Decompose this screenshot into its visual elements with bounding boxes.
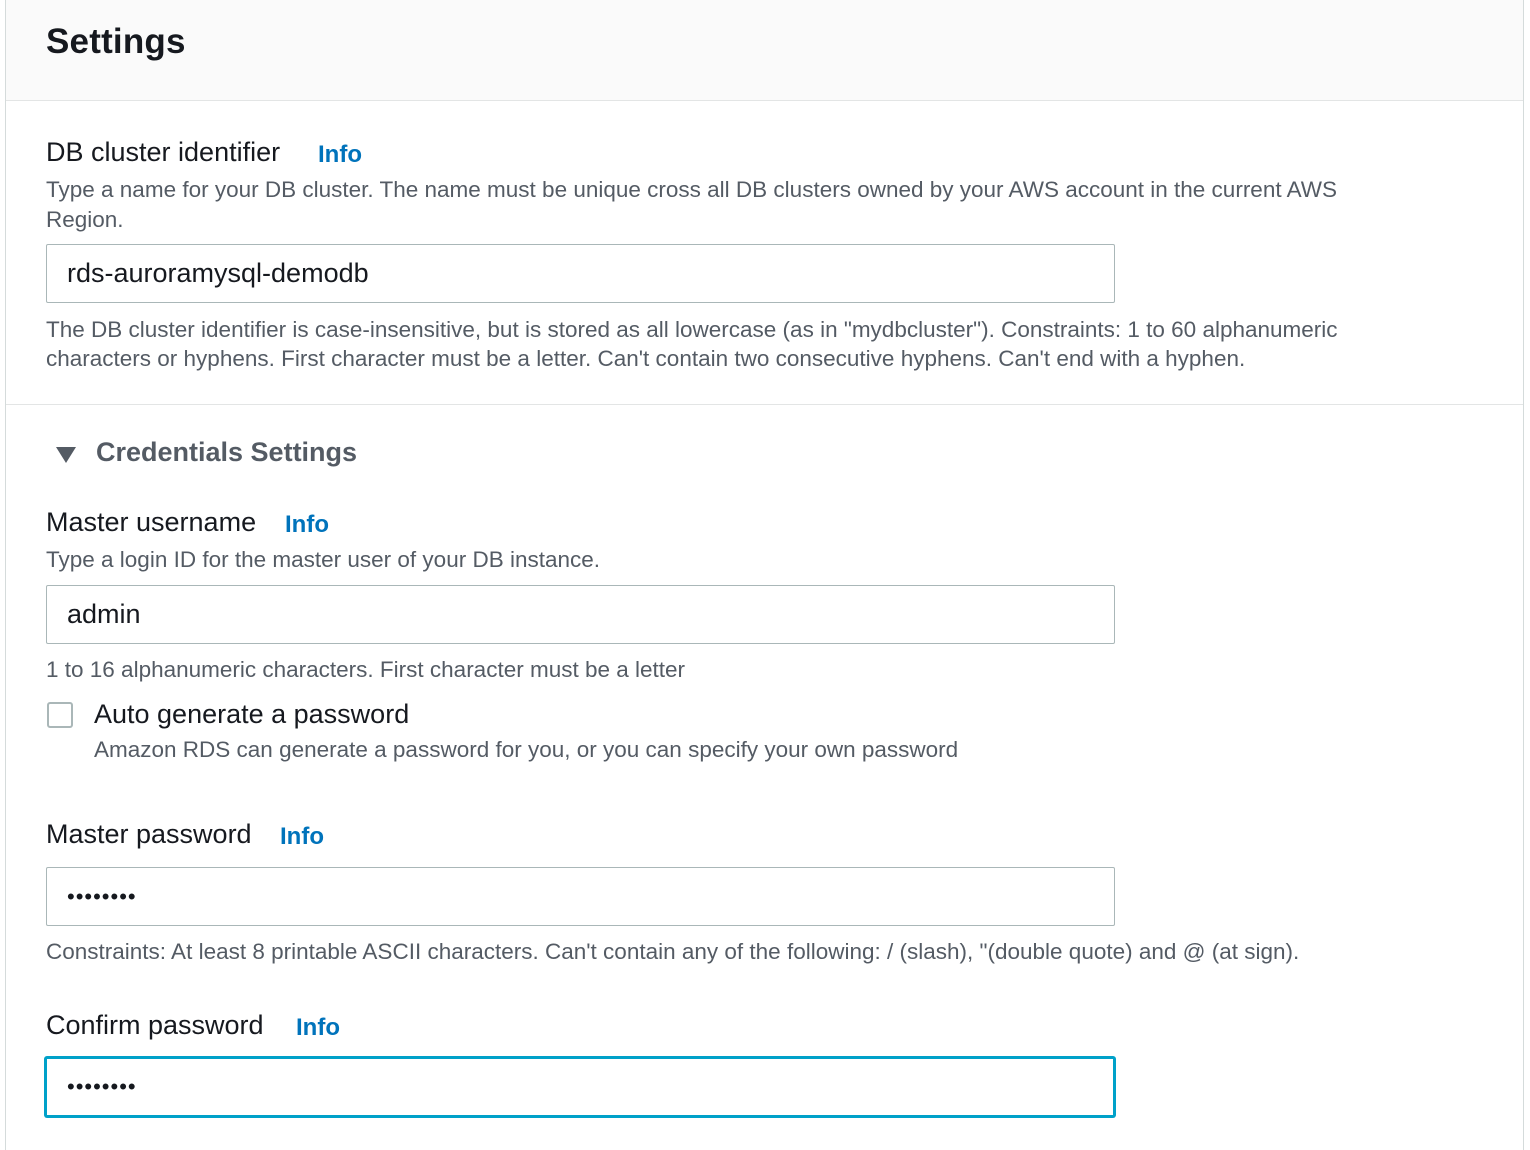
master-password-constraint: Constraints: At least 8 printable ASCII … <box>46 939 1300 964</box>
master-username-constraint: 1 to 16 alphanumeric characters. First c… <box>46 657 686 682</box>
auto-generate-password-description: Amazon RDS can generate a password for y… <box>94 737 959 762</box>
settings-panel: Settings DB cluster identifier Info Type… <box>5 0 1524 1150</box>
confirm-password-label: Confirm password <box>46 1010 264 1040</box>
master-password-input[interactable] <box>46 867 1115 926</box>
cluster-identifier-label: DB cluster identifier <box>46 137 281 167</box>
cluster-identifier-constraint-line2: characters or hyphens. First character m… <box>46 346 1246 371</box>
auto-generate-password-label[interactable]: Auto generate a password <box>94 699 409 730</box>
master-password-label: Master password <box>46 819 252 849</box>
master-username-label: Master username <box>46 507 257 537</box>
confirm-password-info-link[interactable]: Info <box>296 1014 340 1042</box>
auto-generate-password-checkbox[interactable] <box>47 702 73 728</box>
credentials-settings-title[interactable]: Credentials Settings <box>96 437 357 468</box>
cluster-identifier-description-line1: Type a name for your DB cluster. The nam… <box>46 177 1338 202</box>
cluster-identifier-info-link[interactable]: Info <box>318 141 362 169</box>
cluster-identifier-description-line2: Region. <box>46 207 124 232</box>
master-username-input[interactable] <box>46 585 1115 644</box>
cluster-identifier-section: DB cluster identifier Info Type a name f… <box>6 101 1523 405</box>
panel-header: Settings <box>6 0 1523 101</box>
caret-down-icon <box>56 447 76 463</box>
master-password-info-link[interactable]: Info <box>280 823 324 851</box>
cluster-identifier-input[interactable] <box>46 244 1115 303</box>
cluster-identifier-constraint-line1: The DB cluster identifier is case-insens… <box>46 317 1338 342</box>
panel-title: Settings <box>46 22 186 61</box>
credentials-section: Credentials Settings Master username Inf… <box>6 405 1523 1150</box>
credentials-expander[interactable] <box>56 447 76 463</box>
confirm-password-input[interactable] <box>45 1057 1115 1117</box>
master-username-description: Type a login ID for the master user of y… <box>46 547 601 572</box>
master-username-info-link[interactable]: Info <box>285 511 329 539</box>
